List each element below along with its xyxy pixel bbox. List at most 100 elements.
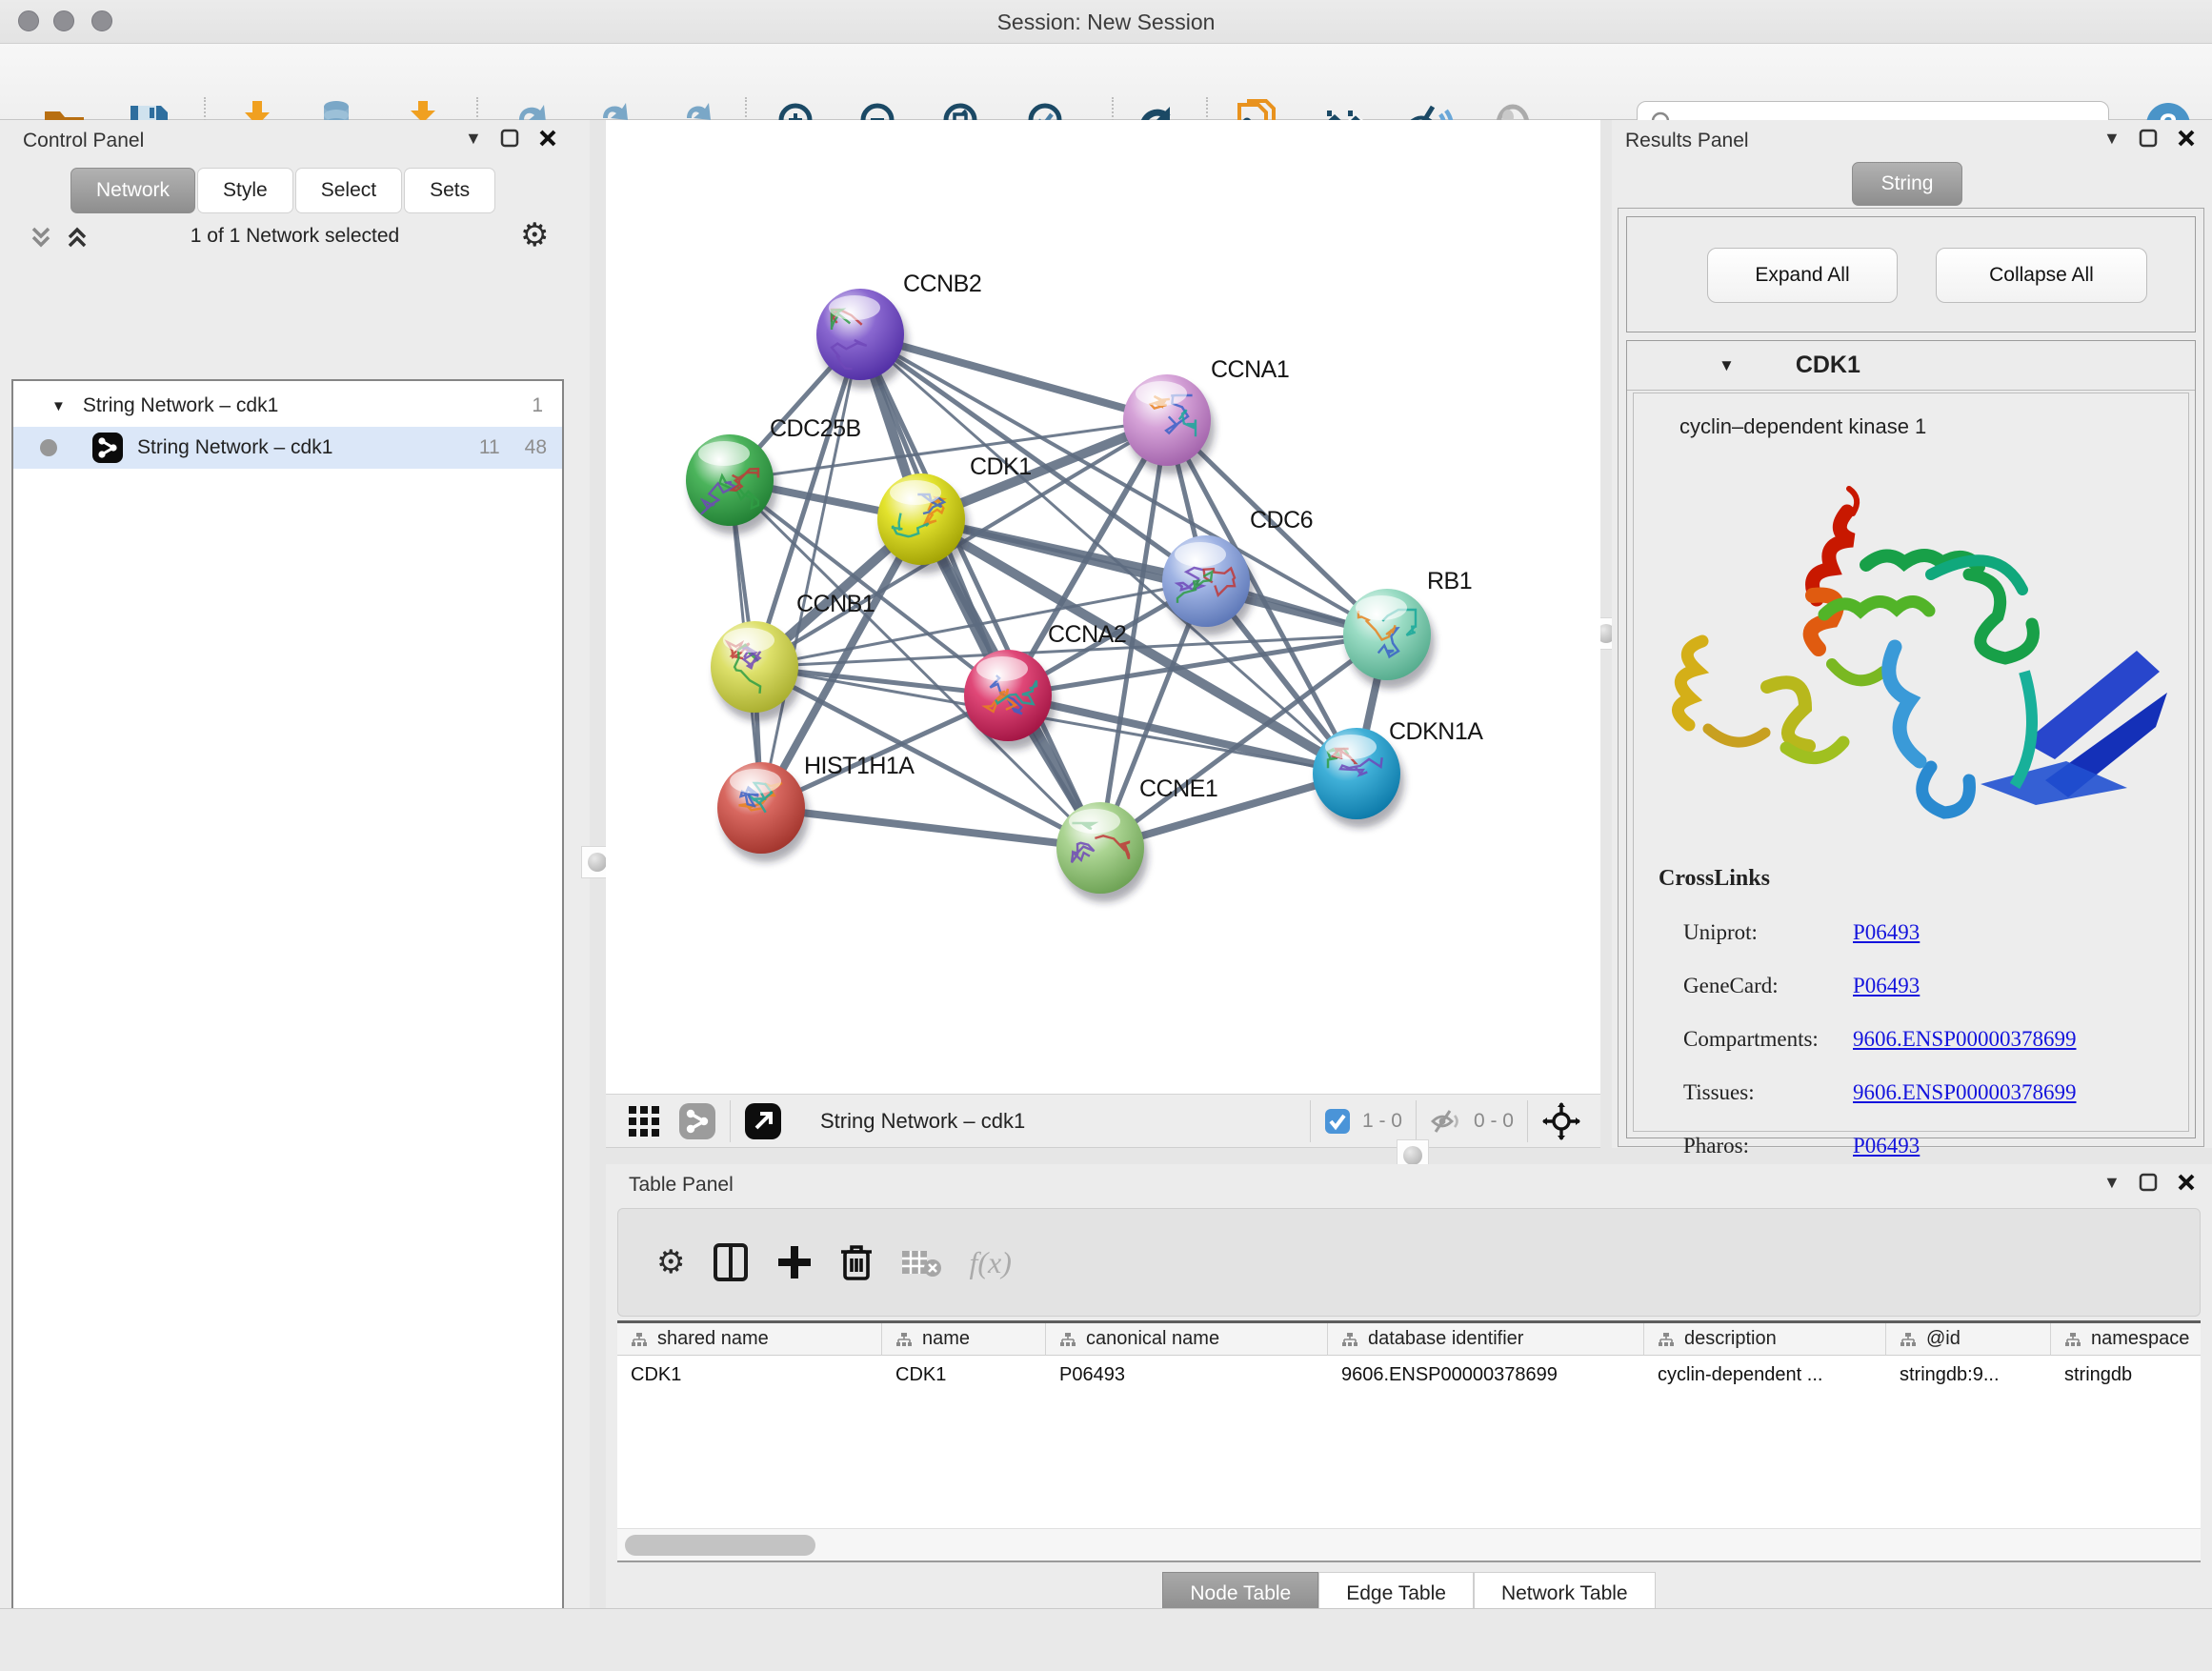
table-cell[interactable]: 9606.ENSP00000378699: [1328, 1356, 1644, 1394]
node-CCNB2[interactable]: CCNB2: [816, 271, 981, 389]
network-options-gear-icon[interactable]: ⚙: [520, 219, 549, 252]
column-header-label: canonical name: [1086, 1328, 1219, 1350]
node-label-RB1: RB1: [1427, 568, 1472, 594]
control-tab-sets[interactable]: Sets: [404, 168, 495, 213]
column-type-icon: [1658, 1332, 1675, 1347]
table-cell[interactable]: CDK1: [617, 1356, 882, 1394]
selected-count: 1 - 0: [1362, 1110, 1402, 1133]
node-CDC6[interactable]: CDC6: [1162, 507, 1313, 635]
node-HIST1H1A[interactable]: HIST1H1A: [717, 753, 915, 862]
node-CDKN1A[interactable]: CDKN1A: [1313, 718, 1483, 828]
node-RB1[interactable]: RB1: [1343, 568, 1472, 689]
control-panel-close-icon[interactable]: [537, 128, 558, 149]
scrollbar-thumb[interactable]: [625, 1535, 815, 1556]
table-options-gear-icon[interactable]: ⚙: [656, 1246, 685, 1278]
gene-expander-icon[interactable]: ▼: [1719, 356, 1735, 375]
control-tab-style[interactable]: Style: [197, 168, 293, 213]
add-column-icon[interactable]: [776, 1244, 813, 1280]
edge-HIST1H1A-CCNE1[interactable]: [761, 808, 1100, 848]
results-panel: Results Panel ▼ String Expand All Collap…: [1612, 120, 2212, 1148]
column-header-shared-name[interactable]: shared name: [617, 1323, 882, 1356]
collapse-all-button[interactable]: Collapse All: [1936, 248, 2147, 303]
column-header-description[interactable]: description: [1644, 1323, 1886, 1356]
column-header-label: name: [922, 1328, 970, 1350]
crosslink-value-link[interactable]: P06493: [1853, 920, 1920, 945]
node-label-CDC6: CDC6: [1250, 507, 1313, 534]
column-header-database-identifier[interactable]: database identifier: [1328, 1323, 1644, 1356]
node-CCNB1[interactable]: CCNB1: [711, 591, 875, 721]
table-panel-close-icon[interactable]: [2176, 1172, 2197, 1193]
crosslink-value-link[interactable]: P06493: [1853, 1134, 1920, 1158]
control-tab-select[interactable]: Select: [295, 168, 402, 213]
delete-column-trash-icon[interactable]: [839, 1242, 874, 1282]
results-panel-close-icon[interactable]: [2176, 128, 2197, 149]
show-columns-icon[interactable]: [712, 1241, 750, 1283]
crosslink-label: Tissues:: [1683, 1080, 1853, 1105]
table-cell[interactable]: P06493: [1046, 1356, 1328, 1394]
node-CDC25B[interactable]: CDC25B: [686, 415, 861, 534]
crosslink-label: GeneCard:: [1683, 974, 1853, 998]
protein-structure-image: [1645, 453, 2179, 853]
edge-count: 48: [525, 436, 547, 459]
results-tab-string[interactable]: String: [1852, 162, 1962, 206]
column-header-label: database identifier: [1368, 1328, 1523, 1350]
results-panel-menu-caret[interactable]: ▼: [2103, 129, 2121, 149]
table-cell[interactable]: cyclin-dependent ...: [1644, 1356, 1886, 1394]
table-toolbar: ⚙ f(x): [617, 1208, 2201, 1317]
control-tab-network[interactable]: Network: [70, 168, 195, 213]
arrow-up-right-icon: [744, 1102, 782, 1140]
node-label-CCNA2: CCNA2: [1048, 621, 1126, 648]
results-panel-float-icon[interactable]: [2138, 128, 2159, 149]
expand-all-button[interactable]: Expand All: [1707, 248, 1898, 303]
crosslink-row: Compartments:9606.ENSP00000378699: [1683, 1013, 2179, 1066]
delete-table-icon[interactable]: [900, 1245, 942, 1279]
selected-checkbox-icon[interactable]: [1324, 1108, 1351, 1135]
column-header-canonical-name[interactable]: canonical name: [1046, 1323, 1328, 1356]
control-panel-menu-caret[interactable]: ▼: [465, 129, 482, 149]
table-cell[interactable]: stringdb:9...: [1886, 1356, 2051, 1394]
node-CCNE1[interactable]: CCNE1: [1056, 775, 1217, 902]
node-label-CCNB1: CCNB1: [796, 591, 875, 617]
node-label-CDKN1A: CDKN1A: [1389, 718, 1483, 745]
crosslinks-list: Uniprot:P06493GeneCard:P06493Compartment…: [1683, 906, 2179, 1173]
table-panel-float-icon[interactable]: [2138, 1172, 2159, 1193]
tree-expander-icon[interactable]: ▼: [51, 398, 66, 414]
network-collection-row[interactable]: ▼ String Network – cdk1 1: [13, 385, 562, 427]
column-header-namespace[interactable]: namespace: [2051, 1323, 2201, 1356]
navbar-separator: [730, 1100, 731, 1142]
navbar-separator: [1310, 1100, 1311, 1142]
network-status-dot: [40, 439, 57, 456]
network-graph[interactable]: CCNB2CCNA1CDC25BCDK1CDC6RB1CCNB1CCNA2CDK…: [606, 120, 1600, 1094]
open-in-window-button[interactable]: [744, 1102, 782, 1140]
pan-crosshair-icon[interactable]: [1541, 1101, 1581, 1141]
left-splitter[interactable]: [590, 120, 606, 1608]
crosslink-value-link[interactable]: P06493: [1853, 974, 1920, 998]
table-horizontal-scrollbar[interactable]: [617, 1528, 2201, 1560]
gene-details: cyclin–dependent kinase 1: [1633, 393, 2189, 1132]
crosslink-row: Tissues:9606.ENSP00000378699: [1683, 1066, 2179, 1119]
network-canvas[interactable]: CCNB2CCNA1CDC25BCDK1CDC6RB1CCNB1CCNA2CDK…: [606, 120, 1600, 1094]
network-type-button[interactable]: [678, 1102, 716, 1140]
function-builder-icon[interactable]: f(x): [969, 1245, 1011, 1280]
network-name: String Network – cdk1: [137, 436, 332, 459]
current-network-title: String Network – cdk1: [820, 1109, 1025, 1134]
crosslink-value-link[interactable]: 9606.ENSP00000378699: [1853, 1027, 2077, 1052]
network-row-selected[interactable]: String Network – cdk1 11 48: [13, 427, 562, 469]
title-bar: Session: New Session: [0, 0, 2212, 44]
node-label-HIST1H1A: HIST1H1A: [804, 753, 915, 779]
column-header-name[interactable]: name: [882, 1323, 1046, 1356]
hidden-eye-slash-icon[interactable]: [1430, 1107, 1462, 1136]
table-cell[interactable]: stringdb: [2051, 1356, 2201, 1394]
table-cell[interactable]: CDK1: [882, 1356, 1046, 1394]
control-panel-float-icon[interactable]: [499, 128, 520, 149]
navbar-separator: [1416, 1100, 1417, 1142]
control-panel: Control Panel ▼ NetworkStyleSelectSets 1…: [0, 120, 590, 1608]
column-header-@id[interactable]: @id: [1886, 1323, 2051, 1356]
column-header-label: namespace: [2091, 1328, 2189, 1350]
birds-eye-view-button[interactable]: [627, 1104, 661, 1138]
crosslink-value-link[interactable]: 9606.ENSP00000378699: [1853, 1080, 2077, 1105]
gene-section-header[interactable]: ▼ CDK1: [1627, 341, 2195, 391]
navbar-separator: [1527, 1100, 1528, 1142]
main-toolbar: ?: [0, 44, 2212, 120]
table-panel-menu-caret[interactable]: ▼: [2103, 1173, 2121, 1193]
